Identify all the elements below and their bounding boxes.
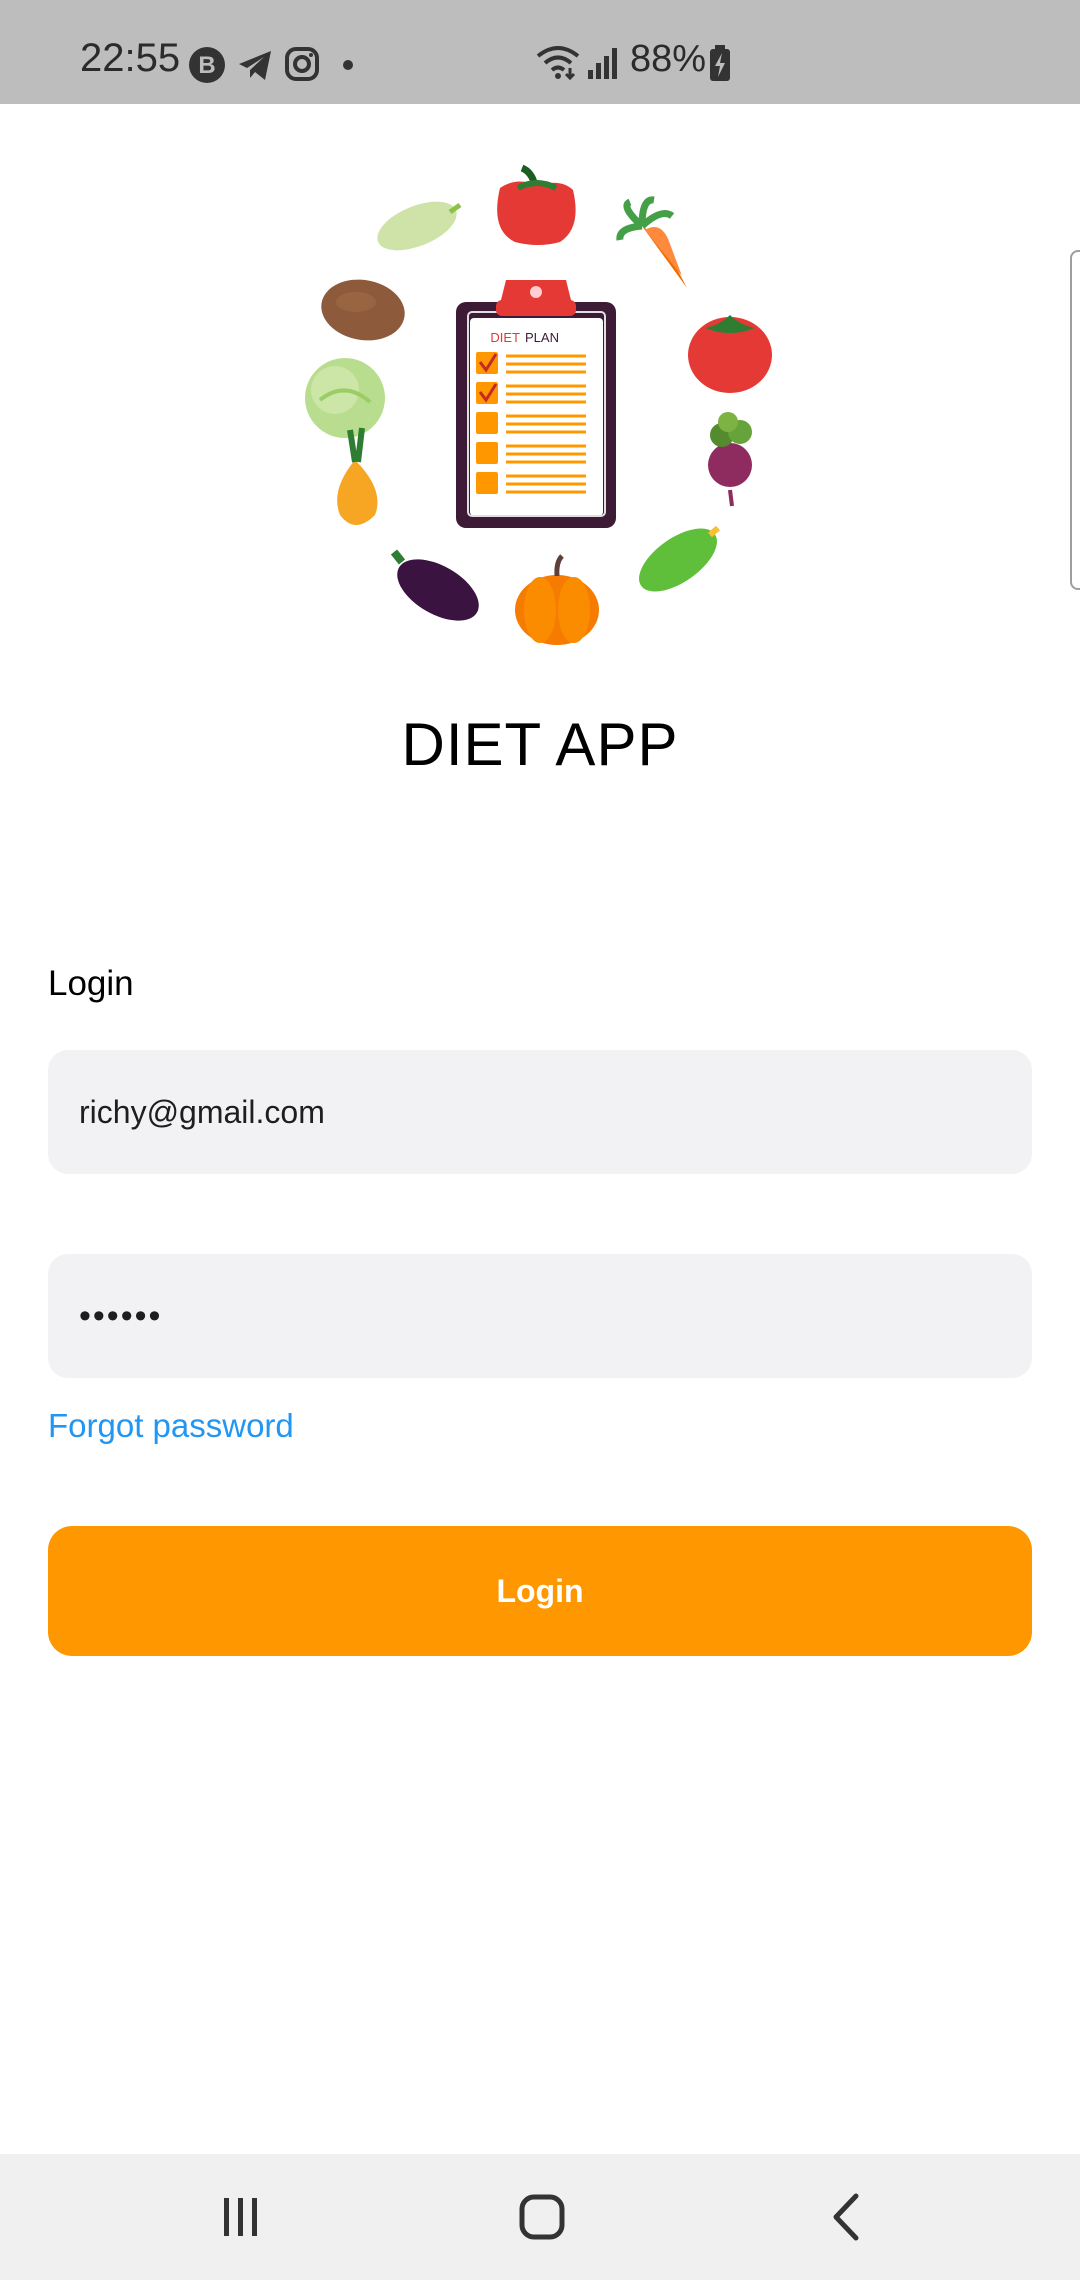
wifi-icon [536,44,580,85]
svg-text:B: B [198,52,215,79]
login-button[interactable]: Login [48,1526,1032,1656]
battery-percentage: 88% [630,38,707,80]
forgot-password-link[interactable]: Forgot password [48,1406,294,1446]
back-icon [806,2193,886,2256]
home-button[interactable] [502,2182,582,2252]
status-time: 22:55 [80,36,181,80]
potato-icon [321,279,405,341]
cucumber-icon [639,525,720,592]
email-field[interactable]: richy@gmail.com [48,1050,1032,1174]
beet-icon [708,412,752,507]
tomato-icon [688,315,772,393]
login-section-label: Login [48,964,134,1003]
battery-charging-icon [708,44,732,87]
eggplant-icon [390,549,479,621]
svg-text:PLAN: PLAN [525,330,559,345]
recent-apps-icon [200,2198,280,2256]
carrot-icon [616,196,687,288]
signal-icon [586,46,620,85]
onion-icon [337,427,378,525]
red-pepper-icon [497,164,576,245]
clipboard-icon: DIET PLAN [456,280,616,528]
zucchini-icon [377,201,462,251]
password-field[interactable]: •••••• [48,1254,1032,1378]
cabbage-icon [305,358,385,438]
telegram-icon [236,46,274,89]
edge-panel-handle[interactable] [1070,250,1080,590]
b-badge-icon: B [188,46,226,89]
svg-text:DIET: DIET [490,330,520,345]
back-button[interactable] [806,2182,886,2252]
login-button-label: Login [496,1572,584,1609]
dot-icon [342,58,354,76]
diet-plan-illustration: DIET PLAN [290,150,790,660]
email-field-value: richy@gmail.com [79,1093,325,1130]
password-field-value: •••••• [79,1296,163,1335]
app-title: DIET APP [401,711,679,778]
status-bar: 22:55 B 88% [0,0,1080,104]
pumpkin-icon [515,554,599,645]
home-icon [502,2194,582,2256]
recent-apps-button[interactable] [200,2182,280,2252]
navigation-bar [0,2154,1080,2280]
instagram-icon [284,46,320,87]
